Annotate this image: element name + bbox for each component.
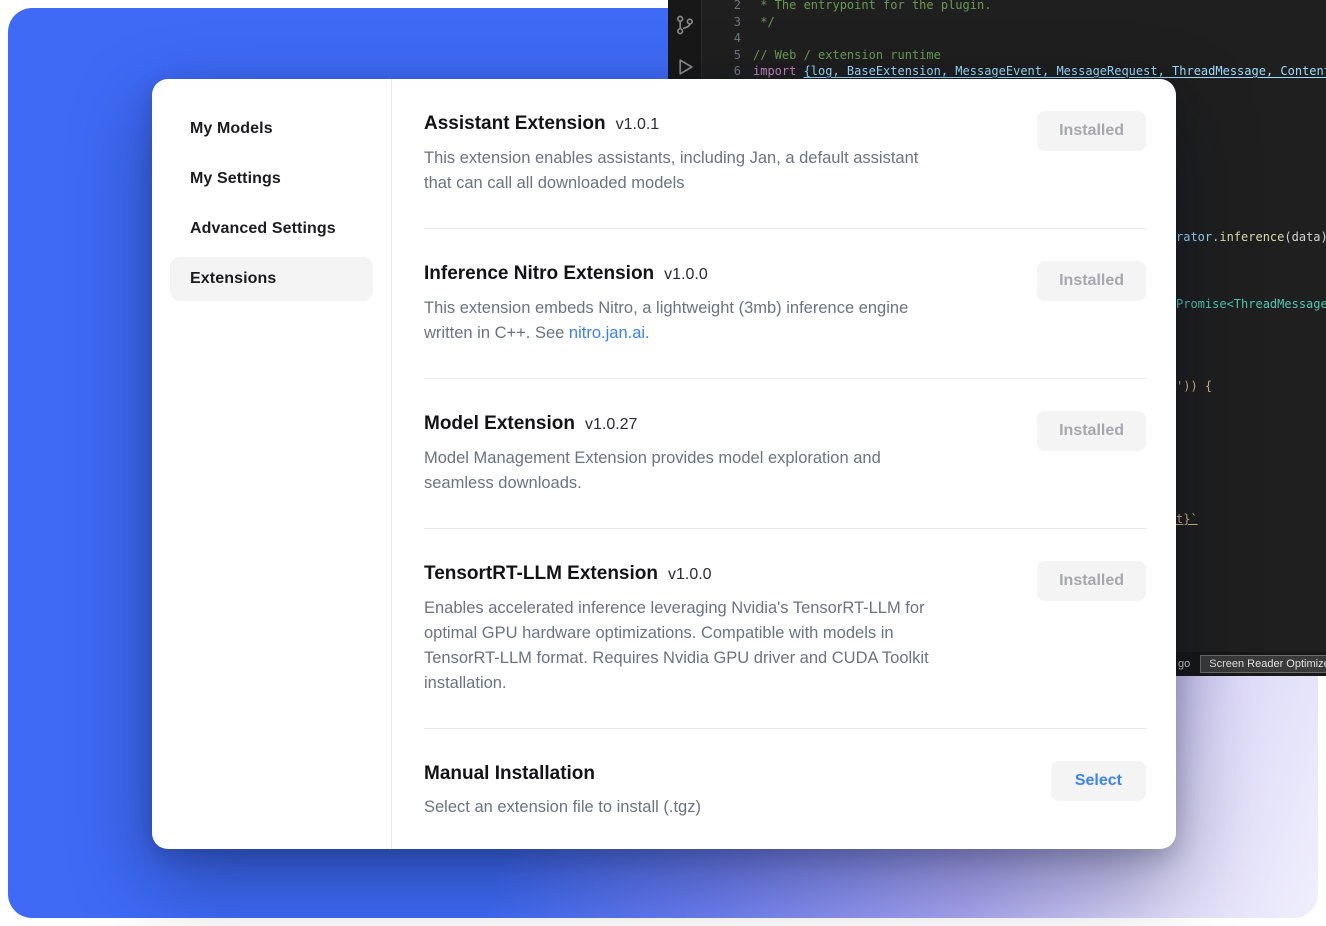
- screen-reader-status-badge[interactable]: Screen Reader Optimized: [1200, 655, 1326, 673]
- line-number: 6: [703, 63, 753, 80]
- sidebar-item-my-settings[interactable]: My Settings: [170, 157, 373, 201]
- extension-description: Enables accelerated inference leveraging…: [424, 596, 1024, 696]
- settings-modal: My Models My Settings Advanced Settings …: [152, 79, 1176, 849]
- divider: [424, 728, 1146, 729]
- extension-title-row: Assistant Extension v1.0.1: [424, 111, 1024, 138]
- extension-name: Assistant Extension: [424, 111, 606, 137]
- extension-row-tensorrt: TensortRT-LLM Extension v1.0.0 Enables a…: [424, 561, 1146, 696]
- extension-title-row: Inference Nitro Extension v1.0.0: [424, 261, 1024, 288]
- extension-version: v1.0.27: [585, 412, 637, 438]
- code-fragment: rator.inference(data));: [1176, 230, 1326, 244]
- code-line: 3 */: [703, 14, 1326, 31]
- code-area: 2 * The entrypoint for the plugin. 3 */ …: [703, 0, 1326, 80]
- code-line: 2 * The entrypoint for the plugin.: [703, 0, 1326, 14]
- extension-row-nitro: Inference Nitro Extension v1.0.0 This ex…: [424, 261, 1146, 346]
- extension-name: Inference Nitro Extension: [424, 261, 654, 287]
- extension-name: Manual Installation: [424, 761, 595, 787]
- installed-button[interactable]: Installed: [1037, 261, 1146, 301]
- run-debug-icon[interactable]: [674, 56, 696, 78]
- extension-description: Model Management Extension provides mode…: [424, 446, 1024, 496]
- extension-row-model: Model Extension v1.0.27 Model Management…: [424, 411, 1146, 496]
- extension-version: v1.0.1: [616, 112, 660, 138]
- extension-title-row: Model Extension v1.0.27: [424, 411, 1024, 438]
- extension-name: TensortRT-LLM Extension: [424, 561, 658, 587]
- nitro-jan-ai-link[interactable]: nitro.jan.ai.: [569, 324, 650, 342]
- settings-sidebar: My Models My Settings Advanced Settings …: [152, 79, 392, 849]
- extension-version: v1.0.0: [668, 562, 712, 588]
- code-line: 5 // Web / extension runtime: [703, 47, 1326, 64]
- sidebar-item-advanced-settings[interactable]: Advanced Settings: [170, 207, 373, 251]
- extension-title-row: Manual Installation: [424, 761, 1024, 787]
- sidebar-item-extensions[interactable]: Extensions: [170, 257, 373, 301]
- extension-description: Select an extension file to install (.tg…: [424, 795, 1024, 820]
- extension-description: This extension enables assistants, inclu…: [424, 146, 1024, 196]
- divider: [424, 228, 1146, 229]
- extension-description: This extension embeds Nitro, a lightweig…: [424, 296, 1024, 346]
- line-number: 4: [703, 30, 753, 47]
- extension-name: Model Extension: [424, 411, 575, 437]
- code-line: 4: [703, 30, 1326, 47]
- installed-button[interactable]: Installed: [1037, 411, 1146, 451]
- line-number: 3: [703, 14, 753, 31]
- line-number: 5: [703, 47, 753, 64]
- line-number: 2: [703, 0, 753, 14]
- manual-installation-row: Manual Installation Select an extension …: [424, 761, 1146, 820]
- extension-version: v1.0.0: [664, 262, 708, 288]
- divider: [424, 528, 1146, 529]
- code-fragment: Promise<ThreadMessage>: [1176, 297, 1326, 311]
- code-line: 6 import {log, BaseExtension, MessageEve…: [703, 63, 1326, 80]
- code-fragment: ')) {: [1176, 379, 1212, 393]
- extension-title-row: TensortRT-LLM Extension v1.0.0: [424, 561, 1024, 588]
- source-control-icon[interactable]: [674, 14, 696, 36]
- installed-button[interactable]: Installed: [1037, 561, 1146, 601]
- status-item[interactable]: go: [1178, 658, 1190, 670]
- sidebar-item-my-models[interactable]: My Models: [170, 107, 373, 151]
- installed-button[interactable]: Installed: [1037, 111, 1146, 151]
- extension-row-assistant: Assistant Extension v1.0.1 This extensio…: [424, 111, 1146, 196]
- extensions-panel: Assistant Extension v1.0.1 This extensio…: [392, 79, 1176, 849]
- divider: [424, 378, 1146, 379]
- code-fragment: t}`: [1176, 512, 1198, 526]
- select-button[interactable]: Select: [1051, 761, 1146, 801]
